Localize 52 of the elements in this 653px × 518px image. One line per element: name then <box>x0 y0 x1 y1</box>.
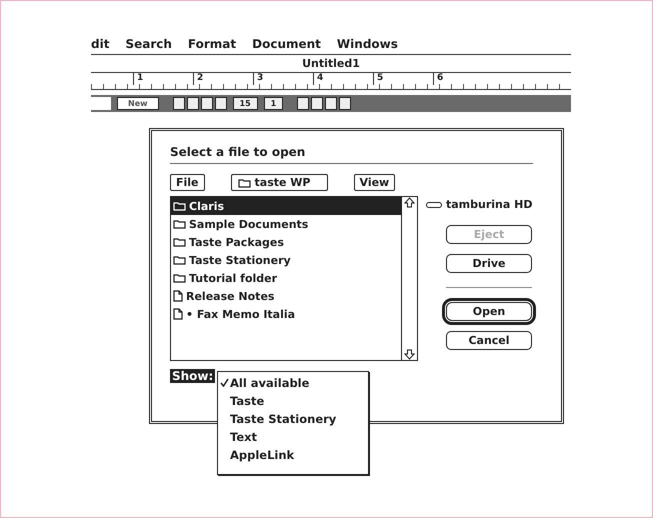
menu-item[interactable]: Format <box>188 37 236 51</box>
file-item[interactable]: Taste Packages <box>171 233 401 251</box>
style-field[interactable] <box>91 97 111 110</box>
checkmark-icon <box>220 378 228 386</box>
folder-icon <box>173 237 186 247</box>
alignment-icon[interactable] <box>325 97 338 110</box>
alignment-icon[interactable] <box>297 97 310 110</box>
folder-icon <box>173 201 186 211</box>
drive-icon <box>426 202 442 208</box>
document-icon <box>173 308 183 320</box>
menu-option[interactable]: Text <box>218 428 368 446</box>
menu-option[interactable]: All available <box>218 374 368 392</box>
file-button[interactable]: File <box>170 174 205 191</box>
dialog-button[interactable]: Drive <box>446 254 532 273</box>
ruler: 1 2 3 4 5 6 <box>91 73 571 90</box>
dialog-prompt: Select a file to open <box>170 145 306 159</box>
tool-icon[interactable] <box>200 97 213 110</box>
scroll-up-icon[interactable] <box>404 197 415 208</box>
menu-item[interactable]: dit <box>91 37 110 51</box>
tool-icon[interactable] <box>172 97 185 110</box>
folder-icon <box>173 219 186 229</box>
file-item[interactable]: Sample Documents <box>171 215 401 233</box>
folder-icon <box>238 178 251 188</box>
file-item[interactable]: Claris <box>171 197 401 215</box>
alignment-icon[interactable] <box>311 97 324 110</box>
file-item[interactable]: • Fax Memo Italia <box>171 305 401 323</box>
size-field[interactable]: 15 <box>232 97 258 110</box>
window-title: Untitled1 <box>302 57 360 70</box>
drive-name: tamburina HD <box>446 198 532 211</box>
file-item[interactable]: Tutorial folder <box>171 269 401 287</box>
tool-icon[interactable] <box>214 97 227 110</box>
scroll-bar[interactable] <box>401 197 417 360</box>
menu-item[interactable]: Search <box>125 37 172 51</box>
menu-option[interactable]: Taste <box>218 392 368 410</box>
folder-icon <box>173 255 186 265</box>
folder-popup[interactable]: taste WP <box>230 174 328 191</box>
file-item[interactable]: Taste Stationery <box>171 251 401 269</box>
menu-option[interactable]: AppleLink <box>218 446 368 464</box>
dialog-button[interactable]: Cancel <box>446 331 532 350</box>
menu-item[interactable]: Document <box>252 37 321 51</box>
spacing-field[interactable]: 1 <box>264 97 284 110</box>
document-icon <box>173 290 183 302</box>
new-button[interactable]: New <box>117 97 159 110</box>
tool-icon[interactable] <box>186 97 199 110</box>
show-label[interactable]: Show: <box>170 369 216 383</box>
menu-option[interactable]: Taste Stationery <box>218 410 368 428</box>
folder-icon <box>173 273 186 283</box>
view-button[interactable]: View <box>354 174 396 191</box>
alignment-icon[interactable] <box>339 97 352 110</box>
file-item[interactable]: Release Notes <box>171 287 401 305</box>
scroll-down-icon[interactable] <box>404 349 415 360</box>
menu-item[interactable]: Windows <box>336 37 398 51</box>
